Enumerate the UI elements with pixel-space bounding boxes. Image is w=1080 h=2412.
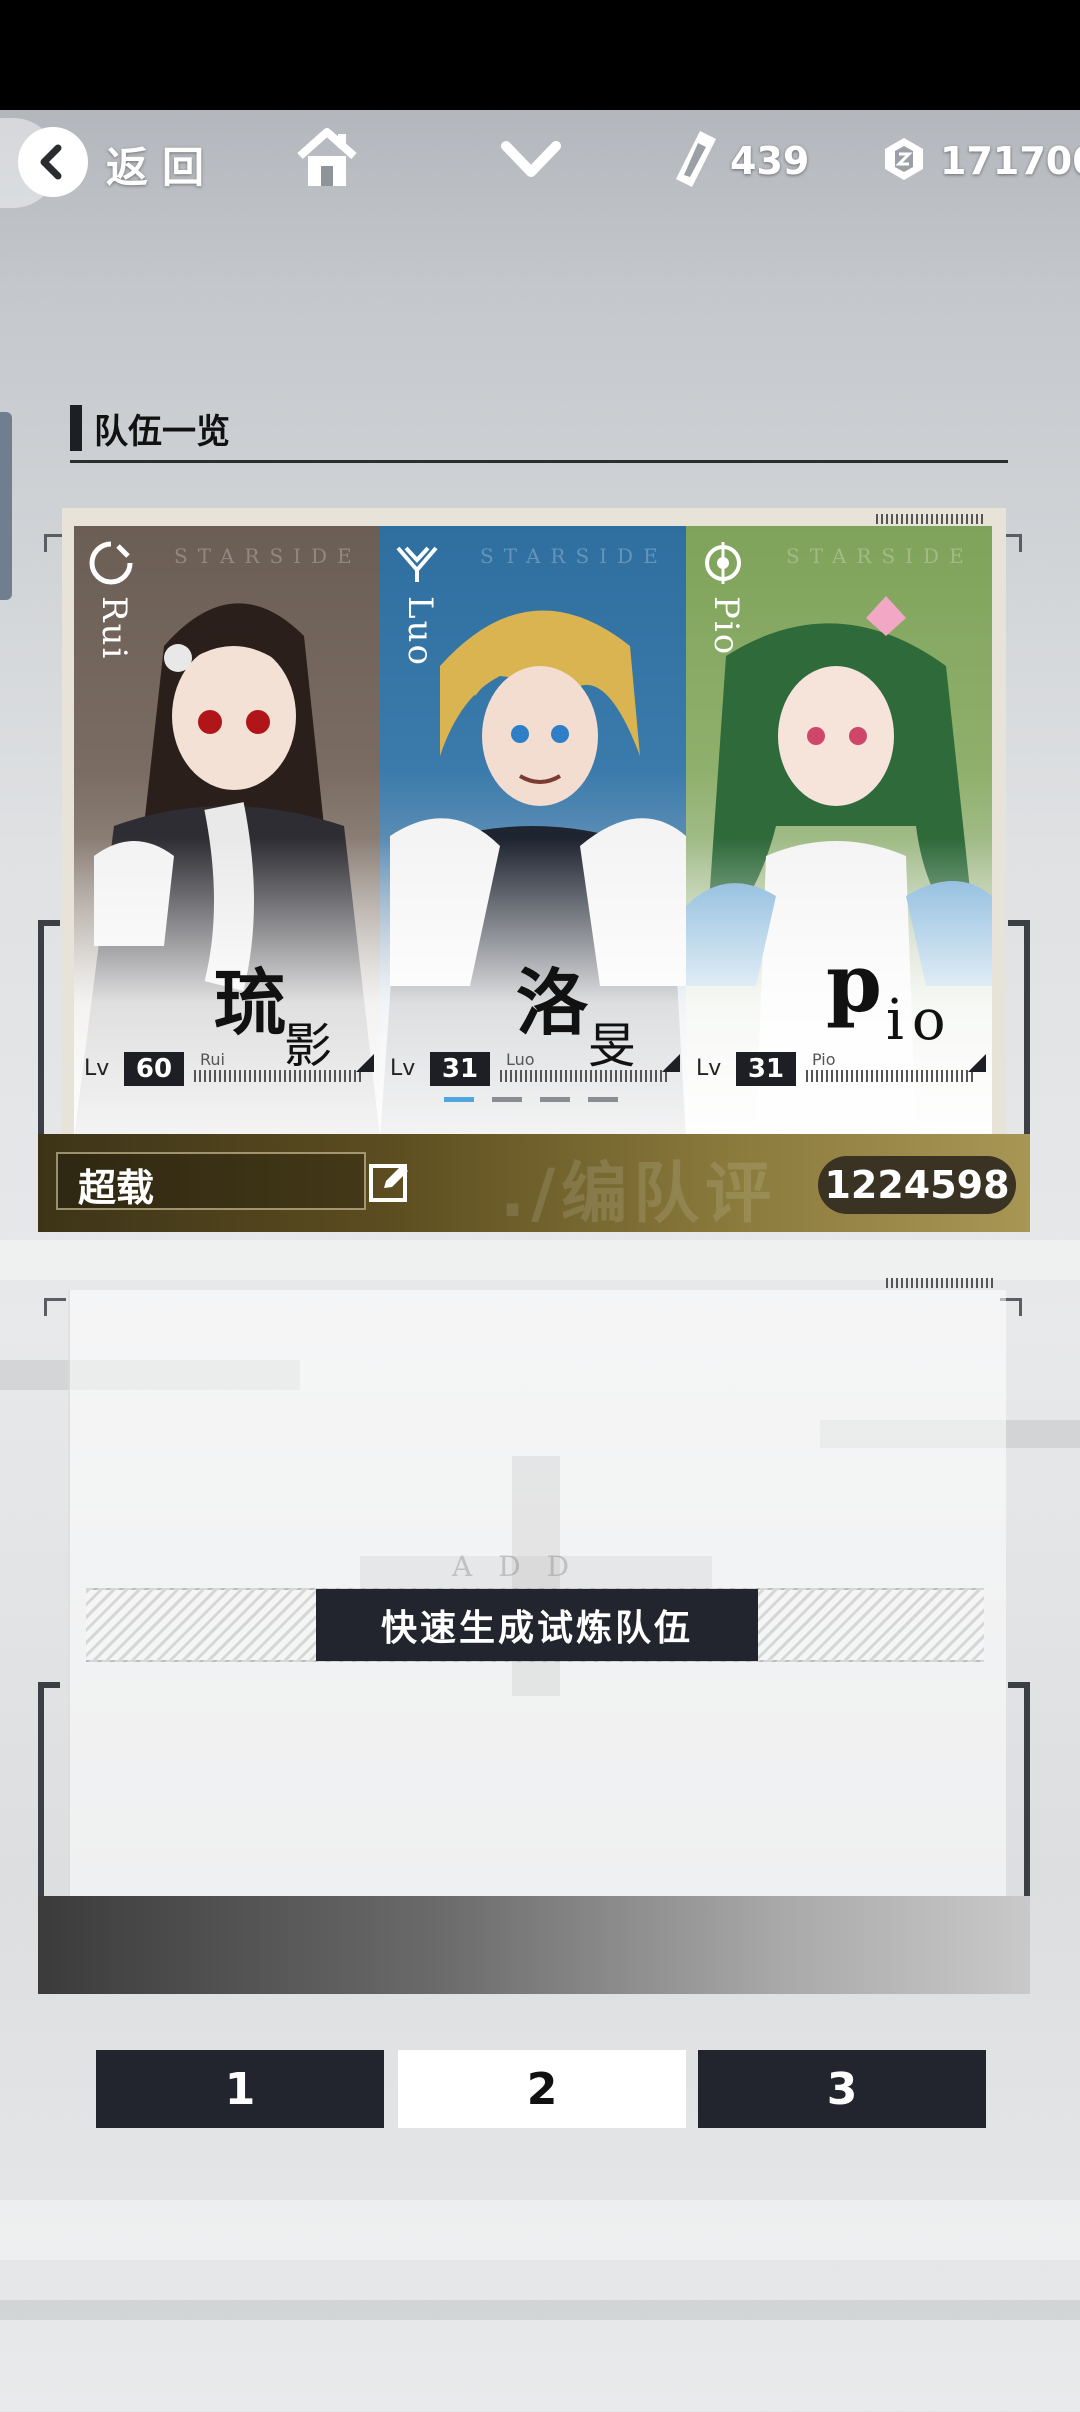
back-arrow-icon: [18, 127, 88, 197]
member-tag-name: Rui: [94, 596, 134, 661]
stamina-counter[interactable]: 439: [672, 126, 809, 196]
coins-counter[interactable]: 171700: [880, 126, 1080, 196]
member-tag-name: Pio: [706, 596, 746, 657]
member-level: 60: [124, 1052, 184, 1086]
team-eval-watermark: ./编队评: [500, 1155, 778, 1232]
add-label: ADD: [452, 1550, 596, 1583]
member-name-main: 琉: [214, 960, 287, 1045]
member-portrait-rui[interactable]: STARSIDE Rui 琉 影 Lv 60 Rui: [74, 526, 380, 1138]
carousel-dot-active: [444, 1097, 474, 1102]
page-tab-1[interactable]: 1: [96, 2050, 384, 2128]
corner-triangle: [356, 1054, 374, 1072]
status-bar: [0, 0, 1080, 110]
side-bracket: [38, 920, 60, 1134]
side-bracket: [1008, 1682, 1030, 1896]
side-bracket: [1008, 920, 1030, 1134]
card-barcode: [886, 1278, 996, 1288]
section-title: 队伍一览: [94, 411, 230, 452]
member-name-main: p: [826, 936, 882, 1030]
empty-team-bar: [38, 1896, 1030, 1994]
faction-icon: [394, 540, 440, 586]
card-watermark: STARSIDE: [174, 544, 362, 568]
quick-generate-button[interactable]: 快速生成试炼队伍: [316, 1589, 758, 1661]
member-small-name: Luo: [506, 1050, 535, 1069]
back-label: 返回: [106, 143, 219, 192]
member-level: 31: [430, 1052, 490, 1086]
carousel-dot: [492, 1097, 522, 1102]
edit-icon[interactable]: [368, 1160, 412, 1204]
card-barcode: [876, 514, 986, 524]
corner-bracket: [44, 1298, 66, 1316]
carousel-dot: [588, 1097, 618, 1102]
faction-icon: [88, 540, 134, 586]
stamina-icon: [672, 129, 718, 193]
side-drawer-tab[interactable]: [0, 412, 12, 600]
member-level: 31: [736, 1052, 796, 1086]
member-level-row: Lv 31 Pio: [696, 1048, 986, 1088]
coin-icon: [880, 135, 928, 187]
chevron-down-icon[interactable]: [496, 132, 566, 192]
card-watermark: STARSIDE: [786, 544, 974, 568]
home-icon[interactable]: [292, 124, 362, 194]
page-tab-3[interactable]: 3: [698, 2050, 986, 2128]
level-barcode: [806, 1070, 976, 1082]
member-level-row: Lv 60 Rui: [84, 1048, 374, 1088]
carousel-dot: [540, 1097, 570, 1102]
member-small-name: Pio: [812, 1050, 836, 1069]
team-power-badge: 1224598: [818, 1156, 1016, 1214]
coins-value: 171700: [940, 139, 1080, 183]
bg-stripe: [0, 2300, 1080, 2320]
bg-stripe: [0, 2200, 1080, 2260]
card-watermark: STARSIDE: [480, 544, 668, 568]
section-heading-bar: [70, 405, 82, 451]
member-name-main: 洛: [516, 960, 589, 1045]
member-small-name: Rui: [200, 1050, 225, 1069]
side-bracket: [38, 1682, 60, 1896]
member-portrait-luo[interactable]: STARSIDE Luo 洛 旻 Lv 31 Luo: [380, 526, 686, 1138]
member-portrait-pio[interactable]: STARSIDE Pio p io Lv 31 Pio: [686, 526, 992, 1138]
corner-triangle: [662, 1054, 680, 1072]
level-barcode: [194, 1070, 364, 1082]
stamina-value: 439: [730, 139, 810, 183]
bg-stripe: [0, 1240, 1080, 1280]
corner-triangle: [968, 1054, 986, 1072]
page-tab-2[interactable]: 2: [398, 2050, 686, 2128]
team-name: 超载: [78, 1166, 155, 1210]
faction-icon: [700, 540, 746, 586]
member-tag-name: Luo: [400, 596, 440, 667]
level-label: Lv: [84, 1056, 110, 1081]
level-label: Lv: [696, 1056, 722, 1081]
member-level-row: Lv 31 Luo: [390, 1048, 680, 1088]
back-button[interactable]: 返回: [0, 118, 230, 208]
section-divider: [70, 460, 1008, 463]
carousel-indicator: [444, 1097, 618, 1102]
level-label: Lv: [390, 1056, 416, 1081]
member-name-sub: io: [886, 988, 954, 1053]
team-card[interactable]: STARSIDE Rui 琉 影 Lv 60 Rui STARSIDE Luo …: [62, 508, 1006, 1138]
level-barcode: [500, 1070, 670, 1082]
section-heading: 队伍一览: [70, 404, 230, 452]
